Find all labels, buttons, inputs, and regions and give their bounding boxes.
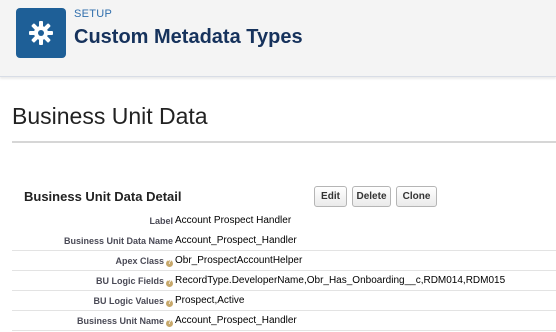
field-label: BU Logic Fields? [95,276,173,287]
field-value: Prospect,Active [175,295,245,306]
detail-row-business-unit-name: Business Unit Name? Account_Prospect_Han… [12,312,556,331]
detail-table: Label Account Prospect Handler Business … [12,212,556,332]
field-label: Label [149,216,173,226]
setup-eyebrow: SETUP [74,8,113,20]
clone-button[interactable]: Clone [396,186,437,207]
field-label: Business Unit Name? [76,316,173,327]
field-value: Obr_ProspectAccountHelper [175,255,303,266]
field-value: Account_Prospect_Handler [175,315,297,326]
help-icon[interactable]: ? [166,280,173,287]
field-label: BU Logic Values? [93,296,173,307]
detail-row-business-unit-data-name: Business Unit Data Name Account_Prospect… [12,232,556,251]
detail-row-apex-class: Apex Class? Obr_ProspectAccountHelper [12,252,556,271]
page-title: Custom Metadata Types [74,26,303,48]
help-icon[interactable]: ? [166,320,173,327]
field-label: Apex Class? [115,256,173,267]
field-value: Account_Prospect_Handler [175,235,297,246]
field-label: Business Unit Data Name [63,236,173,246]
title-divider [12,141,556,143]
field-value: RecordType.DeveloperName,Obr_Has_Onboard… [175,275,506,286]
help-icon[interactable]: ? [166,300,173,307]
edit-button[interactable]: Edit [314,186,347,207]
record-title: Business Unit Data [12,103,208,129]
detail-row-bu-logic-values: BU Logic Values? Prospect,Active [12,292,556,311]
detail-row-label: Label Account Prospect Handler [12,212,556,231]
detail-row-bu-logic-fields: BU Logic Fields? RecordType.DeveloperNam… [12,272,556,291]
detail-section-heading: Business Unit Data Detail [24,189,182,204]
field-value: Account Prospect Handler [175,215,292,226]
help-icon[interactable]: ? [166,260,173,267]
setup-header: SETUP Custom Metadata Types [0,0,556,77]
gear-icon [16,8,66,58]
delete-button[interactable]: Delete [352,186,391,207]
